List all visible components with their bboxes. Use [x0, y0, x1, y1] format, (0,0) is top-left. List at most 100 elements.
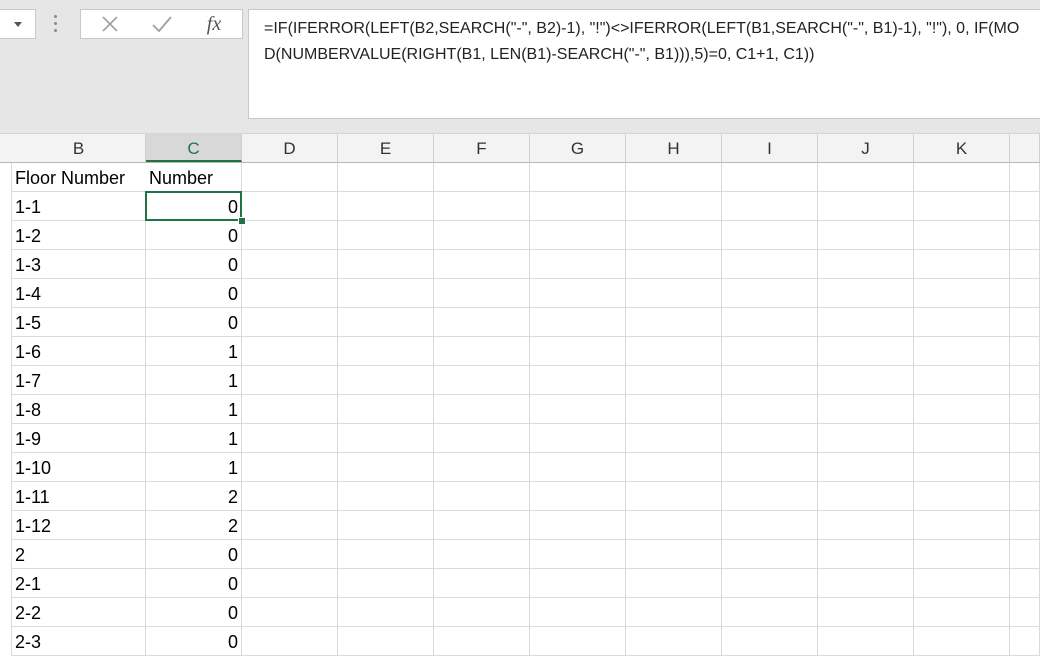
cell-i11[interactable]	[722, 453, 818, 482]
cell-k9[interactable]	[914, 395, 1010, 424]
cell-l10[interactable]	[1010, 424, 1040, 453]
cell-g14[interactable]	[530, 540, 626, 569]
cell-h10[interactable]	[626, 424, 722, 453]
cell-h14[interactable]	[626, 540, 722, 569]
cell-b2[interactable]: 1-1	[12, 192, 146, 221]
cell-d11[interactable]	[242, 453, 338, 482]
cell-k8[interactable]	[914, 366, 1010, 395]
cell-f10[interactable]	[434, 424, 530, 453]
cell-f7[interactable]	[434, 337, 530, 366]
cell-f1[interactable]	[434, 163, 530, 192]
cell-i10[interactable]	[722, 424, 818, 453]
cancel-button[interactable]	[85, 10, 135, 38]
cell-c4[interactable]: 0	[146, 250, 242, 279]
cell-h9[interactable]	[626, 395, 722, 424]
cell-h15[interactable]	[626, 569, 722, 598]
cell-d16[interactable]	[242, 598, 338, 627]
cell-k11[interactable]	[914, 453, 1010, 482]
cell-c1[interactable]: Number	[146, 163, 242, 192]
cell-e5[interactable]	[338, 279, 434, 308]
cell-g17[interactable]	[530, 627, 626, 656]
cell-k1[interactable]	[914, 163, 1010, 192]
cell-g11[interactable]	[530, 453, 626, 482]
cell-j3[interactable]	[818, 221, 914, 250]
cell-e4[interactable]	[338, 250, 434, 279]
cell-g5[interactable]	[530, 279, 626, 308]
cell-b8[interactable]: 1-7	[12, 366, 146, 395]
cell-c14[interactable]: 0	[146, 540, 242, 569]
cell-h11[interactable]	[626, 453, 722, 482]
cell-e2[interactable]	[338, 192, 434, 221]
cell-j13[interactable]	[818, 511, 914, 540]
cell-h1[interactable]	[626, 163, 722, 192]
cell-g12[interactable]	[530, 482, 626, 511]
cell-g13[interactable]	[530, 511, 626, 540]
cell-i15[interactable]	[722, 569, 818, 598]
cell-l9[interactable]	[1010, 395, 1040, 424]
cell-l11[interactable]	[1010, 453, 1040, 482]
cell-b5[interactable]: 1-4	[12, 279, 146, 308]
name-box-dropdown[interactable]	[0, 9, 36, 39]
cell-j5[interactable]	[818, 279, 914, 308]
column-header-h[interactable]: H	[626, 134, 722, 162]
cell-j17[interactable]	[818, 627, 914, 656]
cell-l8[interactable]	[1010, 366, 1040, 395]
cell-h8[interactable]	[626, 366, 722, 395]
cell-j15[interactable]	[818, 569, 914, 598]
cell-d3[interactable]	[242, 221, 338, 250]
cell-j9[interactable]	[818, 395, 914, 424]
cell-k6[interactable]	[914, 308, 1010, 337]
cell-d6[interactable]	[242, 308, 338, 337]
cell-i12[interactable]	[722, 482, 818, 511]
cell-b16[interactable]: 2-2	[12, 598, 146, 627]
cell-j6[interactable]	[818, 308, 914, 337]
column-header-j[interactable]: J	[818, 134, 914, 162]
cell-c6[interactable]: 0	[146, 308, 242, 337]
column-header-k[interactable]: K	[914, 134, 1010, 162]
cell-g3[interactable]	[530, 221, 626, 250]
column-header-g[interactable]: G	[530, 134, 626, 162]
cell-c11[interactable]: 1	[146, 453, 242, 482]
column-header-e[interactable]: E	[338, 134, 434, 162]
cell-f13[interactable]	[434, 511, 530, 540]
cell-b6[interactable]: 1-5	[12, 308, 146, 337]
column-header-d[interactable]: D	[242, 134, 338, 162]
fill-handle[interactable]	[238, 217, 246, 225]
cell-d17[interactable]	[242, 627, 338, 656]
cell-c2[interactable]: 0	[146, 192, 242, 221]
cell-f11[interactable]	[434, 453, 530, 482]
cell-j8[interactable]	[818, 366, 914, 395]
cell-i9[interactable]	[722, 395, 818, 424]
cell-e7[interactable]	[338, 337, 434, 366]
cell-l6[interactable]	[1010, 308, 1040, 337]
cell-f15[interactable]	[434, 569, 530, 598]
cell-d1[interactable]	[242, 163, 338, 192]
cell-e11[interactable]	[338, 453, 434, 482]
cell-e6[interactable]	[338, 308, 434, 337]
cell-g6[interactable]	[530, 308, 626, 337]
cell-l12[interactable]	[1010, 482, 1040, 511]
cell-f17[interactable]	[434, 627, 530, 656]
cell-l5[interactable]	[1010, 279, 1040, 308]
cell-l3[interactable]	[1010, 221, 1040, 250]
cell-j16[interactable]	[818, 598, 914, 627]
cell-k13[interactable]	[914, 511, 1010, 540]
cell-l17[interactable]	[1010, 627, 1040, 656]
cell-e14[interactable]	[338, 540, 434, 569]
cell-k2[interactable]	[914, 192, 1010, 221]
column-header-partial[interactable]	[1010, 134, 1040, 162]
cell-i17[interactable]	[722, 627, 818, 656]
cell-k12[interactable]	[914, 482, 1010, 511]
cell-c10[interactable]: 1	[146, 424, 242, 453]
cell-d12[interactable]	[242, 482, 338, 511]
cell-j2[interactable]	[818, 192, 914, 221]
cell-i4[interactable]	[722, 250, 818, 279]
cell-f16[interactable]	[434, 598, 530, 627]
cell-f9[interactable]	[434, 395, 530, 424]
cell-c3[interactable]: 0	[146, 221, 242, 250]
cell-f14[interactable]	[434, 540, 530, 569]
cell-k10[interactable]	[914, 424, 1010, 453]
cell-g8[interactable]	[530, 366, 626, 395]
cell-g16[interactable]	[530, 598, 626, 627]
cell-c7[interactable]: 1	[146, 337, 242, 366]
